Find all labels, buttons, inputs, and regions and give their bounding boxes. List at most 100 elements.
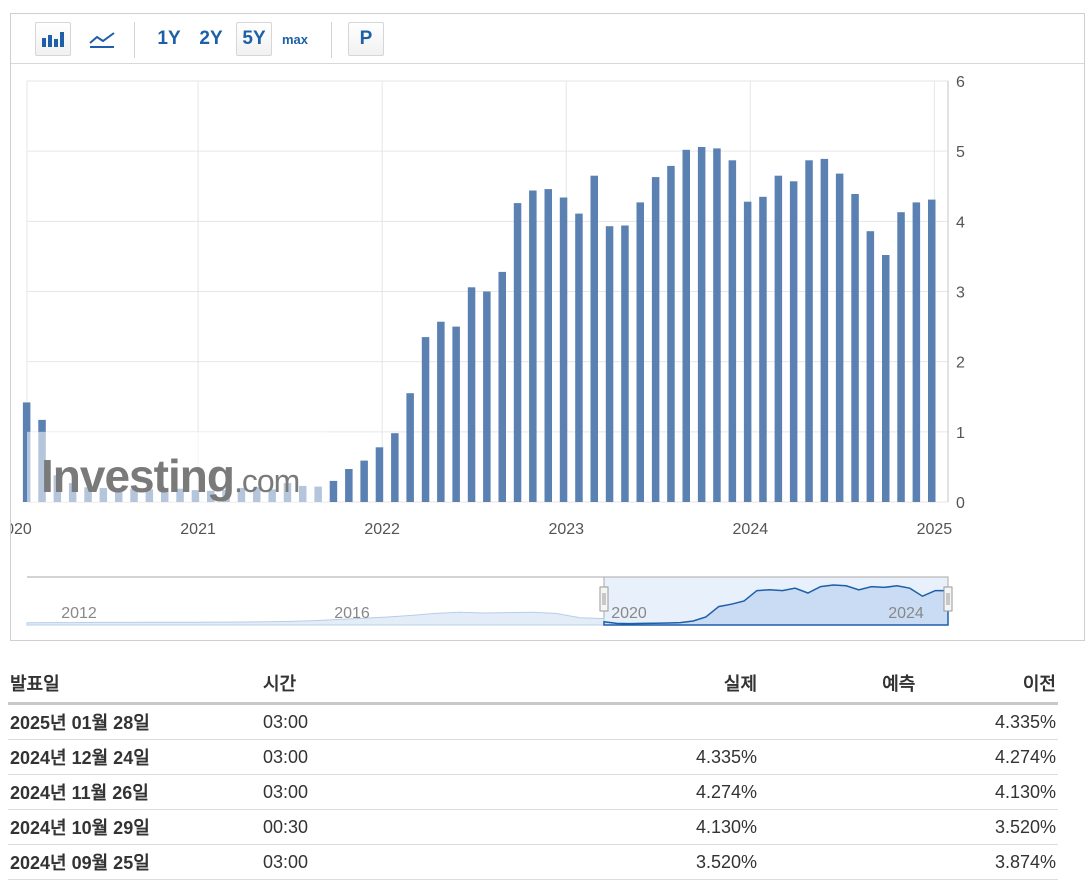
cell-actual: 4.274% [464,774,760,810]
header-time[interactable]: 시간 [260,664,465,705]
bar [697,147,706,502]
bar [774,175,783,502]
cell-forecast [759,774,918,810]
table-row: 2024년 11월 26일 03:00 4.274% 4.130% [8,774,1058,810]
table-row: 2025년 01월 28일 03:00 4.335% [8,703,1058,740]
navigator-handle[interactable] [599,586,609,612]
bar [437,321,445,502]
cell-forecast [759,739,918,775]
bar [928,199,936,502]
bar [452,326,460,502]
x-axis: 2020 2021 2022 2023 2024 2025 [11,521,952,538]
cell-actual: 4.335% [464,739,760,775]
bar [406,393,414,502]
bar [805,160,813,503]
bar [759,196,767,503]
x-tick-label: 2025 [917,521,953,538]
y-tick-label: 4 [956,214,965,231]
y-tick-label: 2 [956,355,965,372]
cell-forecast [759,703,918,740]
bar [882,255,890,502]
bar [483,291,491,502]
cell-time: 03:00 [260,844,465,880]
bar [728,160,737,503]
navigator-label: 2012 [61,605,97,622]
cell-actual [464,703,760,740]
bar [789,181,798,503]
cell-date: 2024년 12월 24일 [8,739,261,775]
bar [375,447,384,502]
x-tick-label: 2022 [364,521,400,538]
y-tick-label: 5 [956,144,965,161]
bar [851,194,859,502]
bar [498,271,506,502]
y-axis: 0 1 2 3 4 5 6 [956,74,965,512]
bar [360,460,368,502]
header-date[interactable]: 발표일 [8,664,261,705]
table-row: 2024년 09월 25일 03:00 3.520% 3.874% [8,844,1058,880]
bar [421,337,430,502]
cell-forecast [759,844,918,880]
navigator-label: 2016 [334,605,370,622]
cell-date: 2024년 09월 25일 [8,844,261,880]
watermark: Investing.com [27,431,327,502]
bar [835,173,844,502]
table-body: 2025년 01월 28일 03:00 4.335% 2024년 12월 24일 03:… [8,703,1058,880]
y-tick-label: 6 [956,74,965,91]
navigator-label: 2024 [888,605,924,622]
cell-time: 03:00 [260,703,465,740]
navigator[interactable]: 2012 2016 2020 2024 [26,576,953,626]
cell-previous: 3.874% [917,844,1058,880]
navigator-history-area [26,611,605,626]
x-tick-label: 2021 [180,521,216,538]
x-tick-label: 2020 [11,521,32,538]
cell-previous: 4.274% [917,739,1058,775]
cell-date: 2024년 11월 26일 [8,774,261,810]
bar [912,202,921,502]
bar [820,158,829,502]
bar [682,149,690,503]
cell-previous: 4.130% [917,774,1058,810]
bar [559,197,568,502]
chart-widget: 1Y 2Y 5Y max P Investing.com 0123456 20 2… [10,13,1085,641]
bar [590,175,598,502]
x-tick-label: 2024 [733,521,769,538]
navigator-label: 2020 [611,605,647,622]
bar [651,177,660,502]
bar [743,201,752,502]
bar [544,189,552,502]
cell-previous: 4.335% [917,703,1058,740]
bar [345,469,353,502]
cell-previous: 3.520% [917,809,1058,845]
bar [605,226,614,502]
navigator-handle[interactable] [943,586,953,612]
y-tick-label: 0 [956,495,965,512]
bar [391,433,399,502]
watermark-logo-suffix: .com [234,463,299,499]
bar [713,148,721,502]
cell-time: 03:00 [260,774,465,810]
bar [513,203,522,502]
cell-time: 03:00 [260,739,465,775]
bar [621,225,629,502]
y-tick-label: 3 [956,285,965,302]
header-actual[interactable]: 실제 [464,664,760,705]
cell-forecast [759,809,918,845]
bar [866,231,875,502]
cell-actual: 3.520% [464,844,760,880]
cell-actual: 4.130% [464,809,760,845]
history-table: 발표일 시간 실제 예측 이전 2025년 01월 28일 03:00 4.335%… [8,664,1058,880]
bar [529,190,537,502]
cell-date: 2025년 01월 28일 [8,703,261,740]
chart-svg: Investing.com 0123456 202020212022202320… [11,74,965,626]
x-tick-label: 2023 [548,521,584,538]
header-forecast[interactable]: 예측 [759,664,918,705]
watermark-logo-main: Investing [41,450,234,502]
header-previous[interactable]: 이전 [917,664,1058,705]
bar [329,480,338,502]
table-row: 2024년 10월 29일 00:30 4.130% 3.520% [8,809,1058,845]
bar [667,165,675,502]
bar [467,287,476,502]
table-header-row: 발표일 시간 실제 예측 이전 [8,664,1058,705]
y-tick-label: 1 [956,425,965,442]
